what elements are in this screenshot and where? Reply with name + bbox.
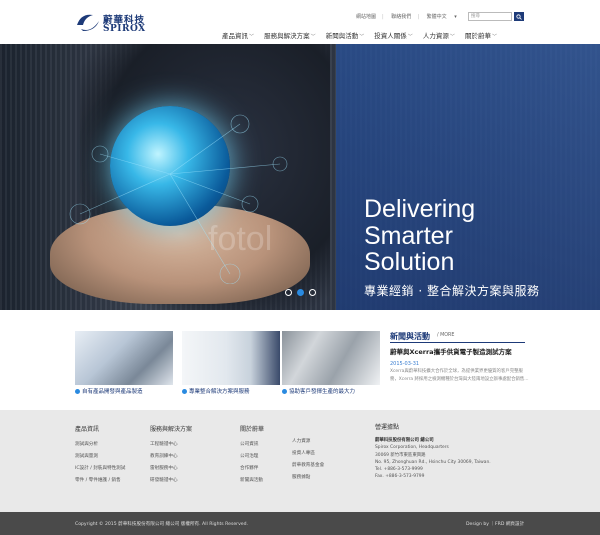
main-nav: 產品資訊﹀ 服務與解決方案﹀ 新聞與活動﹀ 投資人關係﹀ 人力資源﹀ 關於蔚華﹀ [222,30,505,40]
footer-heading: 產品資訊 [75,426,100,433]
footer-link[interactable]: IC設計 / 封裝與特性測試 [75,465,125,471]
top-links: 網站地圖 | 聯絡我們 | 繁體中文 ▾ [356,13,457,20]
divider [390,342,525,343]
footer-col-services: 服務與解決方案 工程驗證中心 教育訓練中心 雷射服務中心 研發驗證中心 [150,424,192,489]
footer-link[interactable]: 人力資源 [292,438,324,444]
logo-text-en: SPIROX [103,24,146,34]
hero-title: Delivering Smarter Solution [364,195,476,276]
footer-link[interactable]: 雷射服務中心 [150,465,192,471]
chevron-down-icon: ﹀ [249,34,255,40]
footer-link[interactable]: 公司治理 [240,453,264,459]
nav-hr[interactable]: 人力資源﹀ [423,30,455,40]
footer-col-products: 產品資訊 測試與分析 測試與量測 IC設計 / 封裝與特性測試 零件 / 零件維… [75,424,125,489]
card-support[interactable]: 協助客戶發揮生產的最大力 [282,331,380,395]
news-date: 2015-03-31 [390,361,420,367]
news-excerpt: Xcerra與蔚華科技擴大合作於全球，為提供業界更優質的客戶完整服務，Xcerr… [390,369,529,382]
nav-investors[interactable]: 投資人關係﹀ [374,30,413,40]
site-header: 蔚華科技 SPIROX 網站地圖 | 聯絡我們 | 繁體中文 ▾ 搜尋 產品資訊﹀ … [0,0,600,44]
contact-heading: 營運據點 [375,424,400,431]
news-heading: 新聞與活動 [390,332,430,341]
footer-link[interactable]: 測試與量測 [75,453,125,459]
slide-dot-3[interactable] [309,289,316,296]
card-caption: 專業整合解決方案與服務 [182,387,250,395]
nav-services[interactable]: 服務與解決方案﹀ [264,30,316,40]
footer-link[interactable]: 蔚華教育基金會 [292,462,324,468]
address-cn: 30069 新竹市東區東興路 [375,452,426,458]
card-caption: 自有產品開發與產品製造 [75,387,143,395]
chevron-down-icon: ﹀ [449,34,455,40]
copyright: Copyright © 2015 蔚華科技股份有限公司 總公司 版權所有. Al… [75,522,248,527]
footer-col-about: 關於蔚華 公司資訊 公司治理 合作夥伴 新聞與活動 [240,424,264,489]
news-title[interactable]: 蔚華與Xcerra攜手供貨電子製造測試方案 [390,346,512,356]
nav-news[interactable]: 新聞與活動﹀ [326,30,365,40]
more-link[interactable]: / MORE [437,333,454,338]
contact-link[interactable]: 聯絡我們 [391,13,411,20]
design-credit[interactable]: Design by ｜FRD 網頁設計 [466,521,524,527]
footer-link[interactable]: 零件 / 零件維護 / 銷售 [75,477,125,483]
chevron-down-icon: ﹀ [310,34,316,40]
footer-link[interactable]: 測試與分析 [75,441,125,447]
footer-link[interactable]: 合作夥伴 [240,465,264,471]
footer-link[interactable]: 公司資訊 [240,441,264,447]
card-products[interactable]: 自有產品開發與產品製造 [75,331,173,395]
footer-link[interactable]: 服務據點 [292,474,324,480]
watermark: fotol [208,220,273,258]
footer-link[interactable]: 新聞與活動 [240,477,264,483]
footer-heading: 關於蔚華 [240,426,265,433]
search-input[interactable]: 搜尋 [468,12,512,21]
machinery-image [282,331,380,385]
footer-heading: 服務與解決方案 [150,426,193,433]
presentation-image [182,331,280,385]
footer-col-more: 人力資源 投資人專區 蔚華教育基金會 服務據點 [292,438,324,486]
address-en: No. 95, Zhonghuan Rd., Hsinchu City 3006… [375,459,491,465]
chevron-down-icon: ﹀ [407,34,413,40]
company-name-en: Spirox Corporation, Headquarters [375,445,449,451]
card-caption: 協助客戶發揮生產的最大力 [282,387,355,395]
card-services[interactable]: 專業整合解決方案與服務 [182,331,280,395]
lab-equipment-image [75,331,173,385]
chevron-down-icon: ﹀ [491,34,497,40]
network-graphic [69,114,288,284]
language-select[interactable]: 繁體中文 ▾ [427,13,457,20]
language-label: 繁體中文 [426,14,447,20]
search-icon [516,13,522,20]
company-name: 蔚華科技股份有限公司 總公司 [375,438,434,444]
hero-banner: fotol Delivering Smarter Solution 專業經銷 ·… [0,44,600,310]
footer-link[interactable]: 投資人專區 [292,450,324,456]
footer-contact: 營運據點 蔚華科技股份有限公司 總公司 Spirox Corporation, … [375,424,491,480]
sitemap-link[interactable]: 網站地圖 [356,13,376,20]
footer-link[interactable]: 研發驗證中心 [150,477,192,483]
slide-dot-2[interactable] [297,289,304,296]
phone: Tel. +886-3-573-9999 [375,467,423,473]
footer-link[interactable]: 教育訓練中心 [150,453,192,459]
search-button[interactable] [514,12,524,21]
footer-link[interactable]: 工程驗證中心 [150,441,192,447]
nav-products[interactable]: 產品資訊﹀ [222,30,254,40]
hero-subtitle: 專業經銷 · 整合解決方案與服務 [364,284,540,298]
fax: Fax. +886-3-573-9799 [375,474,425,480]
logo[interactable]: 蔚華科技 SPIROX [75,11,155,37]
chevron-down-icon: ﹀ [359,34,365,40]
nav-about[interactable]: 關於蔚華﹀ [465,30,497,40]
logo-mark-icon [77,14,99,31]
slide-dot-1[interactable] [285,289,292,296]
